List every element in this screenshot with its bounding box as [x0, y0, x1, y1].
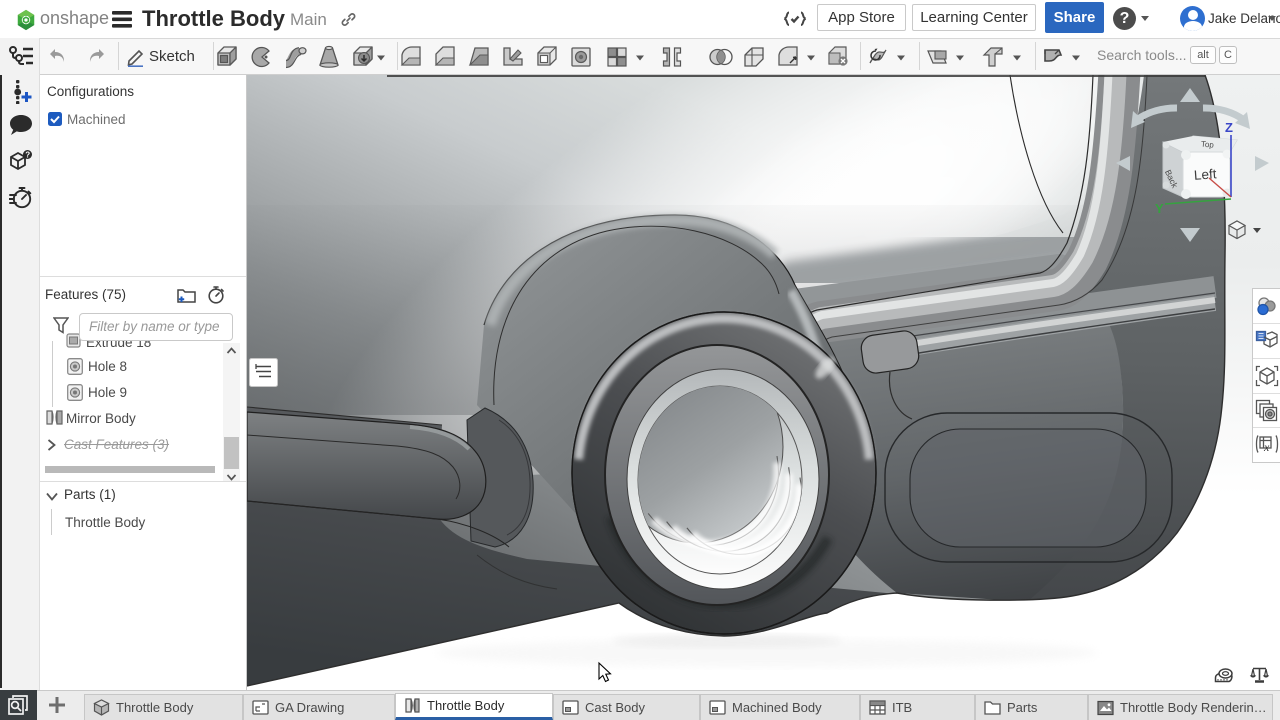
svg-text:?: ? — [25, 151, 30, 160]
svg-text:Left: Left — [1193, 166, 1217, 183]
svg-text:x: x — [1263, 440, 1270, 454]
svg-text:Z: Z — [1225, 120, 1233, 135]
svg-text:Top: Top — [1201, 139, 1215, 149]
svg-text:Y: Y — [1155, 201, 1164, 216]
